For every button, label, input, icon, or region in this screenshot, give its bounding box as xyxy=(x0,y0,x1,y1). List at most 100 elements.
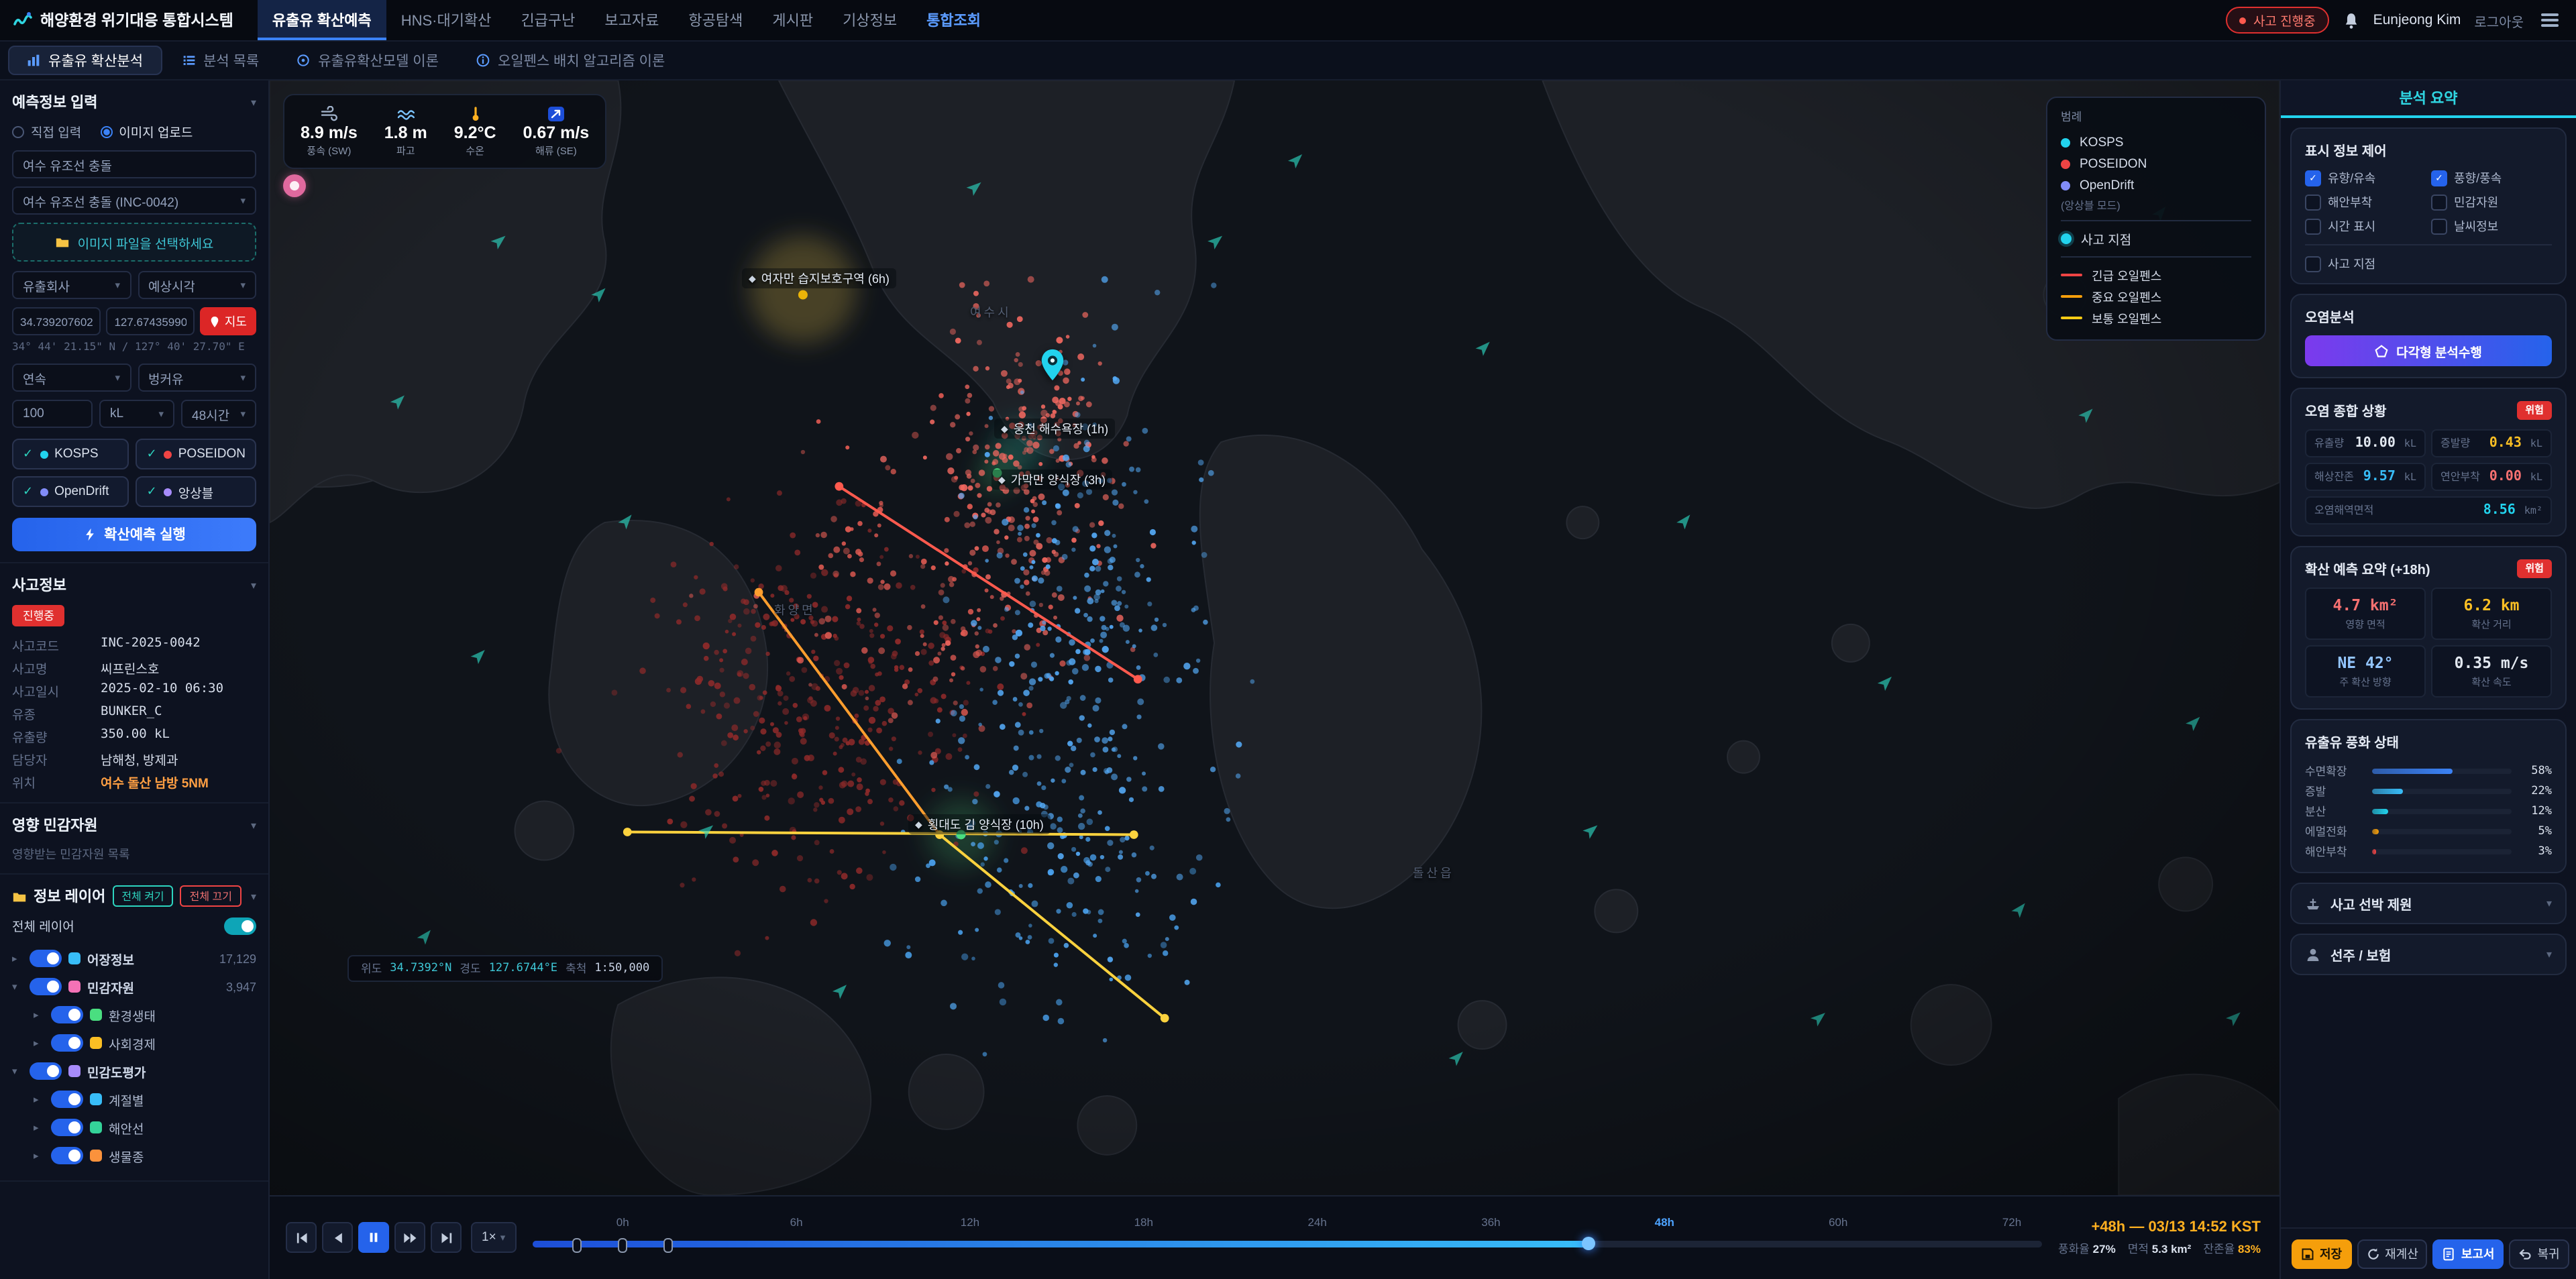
latitude-input[interactable] xyxy=(12,307,101,335)
nav-item[interactable]: 게시판 xyxy=(757,0,828,40)
poi-dot[interactable] xyxy=(798,290,808,300)
report-button[interactable]: 보고서 xyxy=(2433,1239,2504,1268)
layer-item[interactable]: ▾민감도평가 xyxy=(12,1057,256,1085)
layer-subitem[interactable]: ▸해안선 xyxy=(12,1113,256,1142)
logout-button[interactable]: 로그아웃 xyxy=(2474,10,2524,30)
master-layer-toggle[interactable] xyxy=(224,917,256,934)
collapsed-section[interactable]: 사고 선박 제원▾ xyxy=(2290,883,2567,924)
layer-toggle[interactable] xyxy=(51,1006,83,1023)
layer-subitem[interactable]: ▸사회경제 xyxy=(12,1029,256,1057)
collapse-caret-icon[interactable]: ▾ xyxy=(251,579,256,591)
timeline-event-marker[interactable] xyxy=(573,1237,582,1252)
layer-toggle[interactable] xyxy=(30,978,62,995)
model-toggle-ensemble[interactable]: ✓앙상블 xyxy=(136,476,256,507)
input-mode-radio-0[interactable]: 직접 입력 xyxy=(12,122,81,141)
expand-caret-icon[interactable]: ▸ xyxy=(34,1037,44,1049)
recalculate-button[interactable]: 재계산 xyxy=(2357,1239,2428,1268)
expand-caret-icon[interactable]: ▸ xyxy=(34,1121,44,1133)
step-back-button[interactable] xyxy=(322,1222,353,1253)
release-type-select[interactable]: 연속▾ xyxy=(12,364,131,392)
timeline-tick-36h[interactable]: 36h xyxy=(1481,1215,1500,1228)
nav-item[interactable]: 긴급구난 xyxy=(506,0,590,40)
layer-subitem[interactable]: ▸생물종 xyxy=(12,1142,256,1170)
run-prediction-button[interactable]: 확산예측 실행 xyxy=(12,518,256,551)
nav-item[interactable]: 항공탐색 xyxy=(674,0,757,40)
input-mode-radio-1[interactable]: 이미지 업로드 xyxy=(100,122,193,141)
display-option-checkbox[interactable]: ✓풍향/풍속 xyxy=(2431,169,2552,186)
skip-end-button[interactable] xyxy=(431,1222,462,1253)
fast-forward-button[interactable] xyxy=(394,1222,425,1253)
timeline-tick-18h[interactable]: 18h xyxy=(1134,1215,1153,1228)
model-toggle-opendrift[interactable]: ✓OpenDrift xyxy=(12,476,129,507)
save-button[interactable]: 저장 xyxy=(2292,1239,2351,1268)
tab-active[interactable]: 유출유 확산분석 xyxy=(8,46,162,75)
longitude-input[interactable] xyxy=(106,307,195,335)
analysis-summary-tab[interactable]: 분석 요약 xyxy=(2281,80,2576,118)
display-option-checkbox[interactable]: 날씨정보 xyxy=(2431,217,2552,235)
collapse-caret-icon[interactable]: ▾ xyxy=(251,890,256,902)
timeline-event-marker[interactable] xyxy=(663,1237,673,1252)
timeline-slider[interactable] xyxy=(532,1240,2042,1247)
playback-speed-select[interactable]: 1×▾ xyxy=(471,1222,516,1253)
incident-name-input[interactable] xyxy=(12,150,256,178)
map-quick-tool-button[interactable] xyxy=(283,174,306,197)
polygon-analysis-button[interactable]: 다각형 분석수행 xyxy=(2305,335,2552,366)
layer-item[interactable]: ▸어장정보17,129 xyxy=(12,944,256,972)
map-pick-button[interactable]: 지도 xyxy=(201,307,256,335)
unit-select[interactable]: kL▾ xyxy=(99,400,174,428)
expand-caret-icon[interactable]: ▾ xyxy=(12,1065,23,1077)
tab-item[interactable]: 분석 목록 xyxy=(164,46,276,75)
display-option-checkbox[interactable]: 해안부착 xyxy=(2305,193,2426,211)
collapsed-section[interactable]: 선주 / 보험▾ xyxy=(2290,934,2567,975)
layers-all-on-button[interactable]: 전체 켜기 xyxy=(112,885,173,907)
display-option-checkbox[interactable]: 민감자원 xyxy=(2431,193,2552,211)
timeline-tick-12h[interactable]: 12h xyxy=(961,1215,979,1228)
layer-toggle[interactable] xyxy=(51,1119,83,1136)
return-button[interactable]: 복귀 xyxy=(2510,1239,2569,1268)
pause-button[interactable] xyxy=(358,1222,389,1253)
timeline-tick-72h[interactable]: 72h xyxy=(2002,1215,2021,1228)
nav-item[interactable]: 기상정보 xyxy=(828,0,912,40)
image-dropzone[interactable]: 이미지 파일을 선택하세요 xyxy=(12,223,256,262)
company-select[interactable]: 유출회사▾ xyxy=(12,271,131,299)
model-toggle-poseidon[interactable]: ✓POSEIDON xyxy=(136,439,256,469)
expand-caret-icon[interactable]: ▾ xyxy=(12,981,23,993)
collapse-caret-icon[interactable]: ▾ xyxy=(251,819,256,831)
notifications-bell-icon[interactable] xyxy=(2343,11,2360,29)
layer-toggle[interactable] xyxy=(51,1147,83,1164)
duration-select[interactable]: 48시간▾ xyxy=(181,400,256,428)
incident-status-badge[interactable]: 사고 진행중 xyxy=(2226,7,2329,34)
incident-select[interactable]: 여수 유조선 충돌 (INC-0042)▾ xyxy=(12,186,256,215)
collapse-caret-icon[interactable]: ▾ xyxy=(251,96,256,108)
timeline-tick-24h[interactable]: 24h xyxy=(1307,1215,1326,1228)
timeline-event-marker[interactable] xyxy=(618,1237,627,1252)
timeline-tick-6h[interactable]: 6h xyxy=(790,1215,803,1228)
incident-point-checkbox[interactable]: 사고 지점 xyxy=(2305,255,2552,272)
expand-caret-icon[interactable]: ▸ xyxy=(34,1009,44,1021)
nav-item[interactable]: 유출유 확산예측 xyxy=(258,0,386,40)
layers-all-off-button[interactable]: 전체 끄기 xyxy=(180,885,241,907)
layer-toggle[interactable] xyxy=(51,1034,83,1052)
map-canvas[interactable]: 8.9 m/s풍속 (SW)1.8 m파고9.2°C수온0.67 m/s해류 (… xyxy=(270,80,2279,1194)
display-option-checkbox[interactable]: 시간 표시 xyxy=(2305,217,2426,235)
tab-item[interactable]: 유출유확산모델 이론 xyxy=(279,46,456,75)
nav-item[interactable]: 통합조회 xyxy=(912,0,996,40)
timeline-tick-0h[interactable]: 0h xyxy=(616,1215,629,1228)
timeline-handle[interactable] xyxy=(1582,1237,1596,1250)
expand-caret-icon[interactable]: ▸ xyxy=(12,952,23,964)
display-option-checkbox[interactable]: ✓유향/유속 xyxy=(2305,169,2426,186)
nav-item[interactable]: 보고자료 xyxy=(590,0,674,40)
layer-subitem[interactable]: ▸환경생태 xyxy=(12,1001,256,1029)
timeline-tick-60h[interactable]: 60h xyxy=(1829,1215,1847,1228)
layer-toggle[interactable] xyxy=(30,950,62,967)
layer-item[interactable]: ▾민감자원3,947 xyxy=(12,972,256,1001)
layer-subitem[interactable]: ▸계절별 xyxy=(12,1085,256,1113)
tab-item[interactable]: 오일펜스 배치 알고리즘 이론 xyxy=(459,46,682,75)
layer-toggle[interactable] xyxy=(51,1091,83,1108)
user-name[interactable]: Eunjeong Kim xyxy=(2373,12,2461,28)
skip-start-button[interactable] xyxy=(286,1222,317,1253)
expand-caret-icon[interactable]: ▸ xyxy=(34,1150,44,1162)
model-toggle-kosps[interactable]: ✓KOSPS xyxy=(12,439,129,469)
timeline-tick-48h[interactable]: 48h xyxy=(1655,1215,1674,1228)
amount-input[interactable] xyxy=(12,400,93,428)
